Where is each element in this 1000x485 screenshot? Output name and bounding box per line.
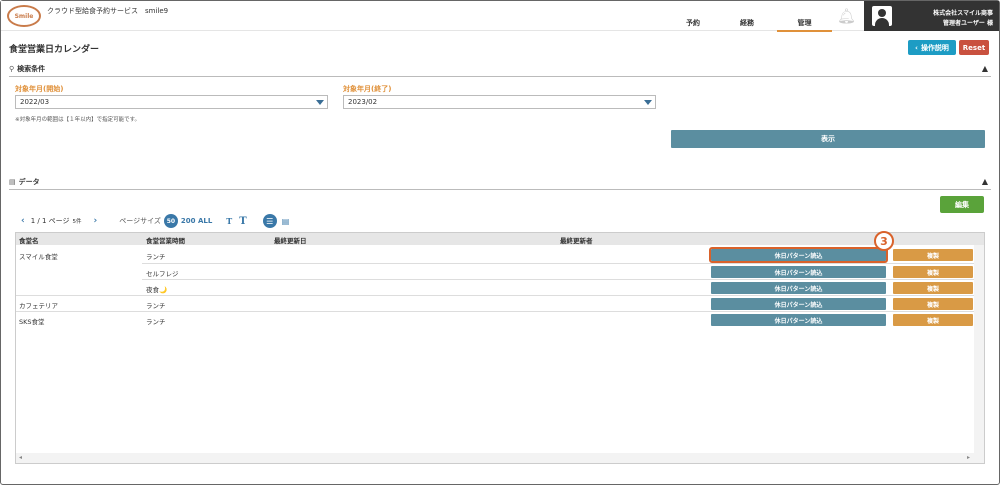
business-hours: セルフレジ	[146, 270, 179, 278]
dropdown-arrow-icon	[316, 100, 324, 105]
brand-logo[interactable]: Smile	[7, 5, 41, 27]
font-large-icon[interactable]: T	[239, 216, 246, 227]
next-page-icon[interactable]: ›	[94, 216, 98, 226]
copy-button[interactable]: 複製	[893, 249, 973, 261]
end-month-value: 2023/02	[348, 98, 378, 106]
copy-button[interactable]: 複製	[893, 314, 973, 326]
copy-button[interactable]: 複製	[893, 298, 973, 310]
help-button-label: 操作説明	[920, 43, 949, 52]
table-row: カフェテリア ランチ 休日パターン読込 複製	[16, 295, 974, 311]
table-row: 夜食🌙 休日パターン読込 複製	[142, 279, 974, 295]
col-cafeteria-name: 食堂名	[19, 237, 39, 245]
business-hours: ランチ	[146, 318, 166, 326]
scroll-left-icon[interactable]: ◂	[19, 454, 22, 461]
vertical-scrollbar[interactable]	[974, 245, 984, 453]
holiday-pattern-button[interactable]: 休日パターン読込	[709, 247, 888, 263]
holiday-pattern-button[interactable]: 休日パターン読込	[711, 314, 886, 326]
header: Smile クラウド型給食予約サービス smile9 予約 経務 管理 🔔︎ 株…	[1, 1, 999, 32]
help-button[interactable]: ‹ 操作説明	[908, 40, 956, 55]
chevron-left-icon: ‹	[915, 43, 918, 52]
range-note: ※対象年月の範囲は【１年以内】で指定可能です。	[15, 117, 141, 123]
business-hours: 夜食🌙	[146, 286, 168, 294]
user-company: 株式会社スマイル商事	[933, 10, 993, 17]
end-month-label: 対象年月(終了)	[343, 85, 392, 93]
horizontal-scrollbar[interactable]: ◂ ▸	[16, 453, 984, 463]
chevron-up-icon[interactable]: ▲	[982, 177, 988, 186]
scroll-right-icon[interactable]: ▸	[967, 454, 970, 461]
table-row: SKS食堂 ランチ 休日パターン読込 複製	[16, 311, 974, 327]
page-size-label: ページサイズ	[119, 217, 161, 225]
col-business-hours: 食堂営業時間	[146, 237, 185, 245]
avatar-icon	[872, 6, 892, 26]
page-title: 食堂営業日カレンダー	[9, 45, 100, 55]
user-name: 管理者ユーザー 様	[943, 20, 993, 27]
nav-tab-accounting[interactable]: 経務	[733, 18, 761, 32]
cafeteria-name: スマイル食堂	[19, 253, 58, 261]
bell-icon[interactable]: 🔔︎	[837, 7, 856, 25]
table-icon: ▤	[9, 178, 16, 186]
pager: ‹ 1 / 1 ページ 5件 › ページサイズ 50 200 ALL T T ☰…	[15, 214, 289, 228]
business-hours: ランチ	[146, 302, 166, 310]
prev-page-icon[interactable]: ‹	[21, 216, 25, 226]
col-last-updated: 最終更新日	[274, 237, 307, 245]
show-button[interactable]: 表示	[671, 130, 985, 148]
reset-button[interactable]: Reset	[959, 40, 989, 55]
holiday-pattern-button[interactable]: 休日パターン読込	[711, 298, 886, 310]
table-row: セルフレジ 休日パターン読込 複製	[142, 263, 974, 279]
data-section-title: データ	[18, 178, 40, 186]
logo-text: Smile	[14, 12, 34, 20]
table-row: スマイル食堂 ランチ 休日パターン読込 複製	[16, 247, 974, 263]
service-name: クラウド型給食予約サービス smile9	[47, 7, 169, 15]
dropdown-arrow-icon	[644, 100, 652, 105]
search-section-header[interactable]: ⚲ 検索条件 ▲	[9, 64, 991, 77]
grid-view-icon[interactable]: ▤	[282, 217, 290, 226]
col-last-updater: 最終更新者	[560, 237, 593, 245]
edit-button[interactable]: 編集	[940, 196, 984, 213]
holiday-pattern-button[interactable]: 休日パターン読込	[711, 266, 886, 278]
business-hours: ランチ	[146, 253, 166, 261]
search-section-title: 検索条件	[17, 65, 46, 73]
copy-button[interactable]: 複製	[893, 282, 973, 294]
step-callout-badge: 3	[874, 231, 894, 251]
search-icon: ⚲	[9, 65, 15, 73]
start-month-label: 対象年月(開始)	[15, 85, 64, 93]
font-small-icon[interactable]: T	[226, 216, 232, 226]
data-table: 食堂名 食堂営業時間 最終更新日 最終更新者 スマイル食堂 ランチ 休日パターン…	[15, 232, 985, 464]
cafeteria-name: SKS食堂	[19, 318, 45, 326]
table-header: 食堂名 食堂営業時間 最終更新日 最終更新者	[16, 233, 984, 245]
page-size-options[interactable]: 200 ALL	[181, 217, 212, 225]
data-section-header[interactable]: ▤ データ ▲	[9, 177, 991, 190]
list-view-icon[interactable]: ☰	[262, 214, 277, 228]
end-month-select[interactable]: 2023/02	[343, 95, 656, 109]
nav-tab-management[interactable]: 管理	[777, 18, 832, 32]
holiday-pattern-button[interactable]: 休日パターン読込	[711, 282, 886, 294]
copy-button[interactable]: 複製	[893, 266, 973, 278]
nav-tab-reservation[interactable]: 予約	[679, 18, 707, 32]
chevron-up-icon[interactable]: ▲	[982, 64, 988, 73]
start-month-value: 2022/03	[20, 98, 50, 106]
record-count: 5件	[72, 219, 82, 225]
cafeteria-name: カフェテリア	[19, 302, 58, 310]
page-indicator: 1 / 1 ページ	[30, 217, 70, 225]
page-size-50[interactable]: 50	[163, 214, 178, 228]
user-menu[interactable]: 株式会社スマイル商事 管理者ユーザー 様	[864, 1, 999, 31]
start-month-select[interactable]: 2022/03	[15, 95, 328, 109]
